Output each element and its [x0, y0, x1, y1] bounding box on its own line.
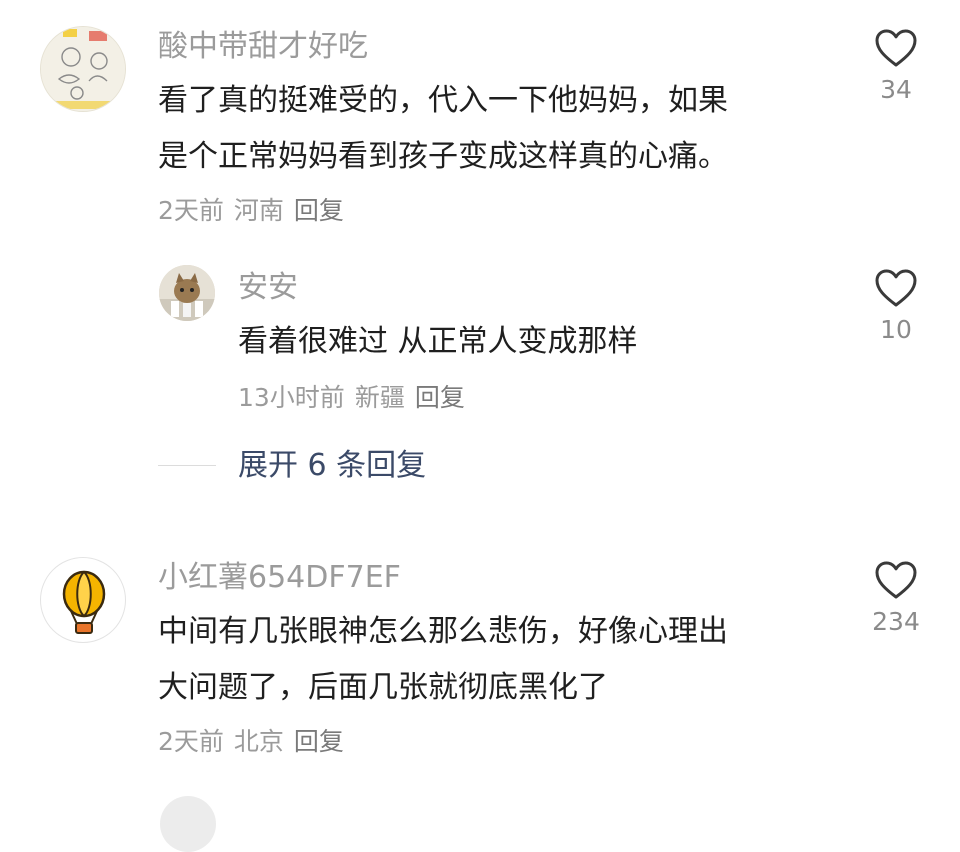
- cat-photo-avatar-icon: [159, 265, 215, 321]
- comment-text-line-1: 中间有几张眼神怎么那么悲伤，好像心理出: [158, 614, 728, 649]
- reply-meta: 13小时前 新疆 回复: [238, 382, 475, 414]
- heart-icon: [875, 561, 917, 599]
- heart-icon: [875, 29, 917, 67]
- avatar[interactable]: [40, 26, 126, 112]
- comment-text-line-1: 看了真的挺难受的，代入一下他妈妈，如果: [158, 83, 728, 118]
- reply-1: 安安 看着很难过 从正常人变成那样 13小时前 新疆 回复 10: [0, 240, 960, 420]
- like-count: 234: [872, 607, 920, 636]
- expand-divider: [158, 465, 216, 466]
- reply-text: 看着很难过 从正常人变成那样: [238, 324, 638, 359]
- username[interactable]: 安安: [238, 268, 298, 308]
- comment-location: 河南: [233, 196, 284, 225]
- comment-meta: 2天前 北京 回复: [158, 726, 354, 758]
- expand-replies-link[interactable]: 展开 6 条回复: [238, 446, 426, 486]
- sketch-avatar-icon: [41, 27, 125, 111]
- comment-meta: 2天前 河南 回复: [158, 195, 354, 227]
- username[interactable]: 小红薯654DF7EF: [158, 558, 401, 598]
- comment-2: 小红薯654DF7EF 中间有几张眼神怎么那么悲伤，好像心理出 大问题了，后面几…: [0, 540, 960, 780]
- like-button[interactable]: 234: [861, 560, 931, 638]
- like-count: 34: [880, 75, 912, 104]
- reply-time: 13小时前: [238, 383, 345, 412]
- reply-button[interactable]: 回复: [415, 383, 465, 412]
- like-count: 10: [880, 315, 912, 344]
- comment-1: 酸中带甜才好吃 看了真的挺难受的，代入一下他妈妈，如果 是个正常妈妈看到孩子变成…: [0, 0, 960, 240]
- reply-button[interactable]: 回复: [294, 196, 344, 225]
- comment-text-line-2: 是个正常妈妈看到孩子变成这样真的心痛。: [158, 139, 728, 174]
- comment-text-line-2: 大问题了，后面几张就彻底黑化了: [158, 670, 608, 705]
- avatar[interactable]: [40, 557, 126, 643]
- avatar-next-comment[interactable]: [160, 796, 216, 852]
- reply-button[interactable]: 回复: [294, 727, 344, 756]
- like-button[interactable]: 10: [861, 268, 931, 346]
- avatar[interactable]: [159, 265, 215, 321]
- comment-time: 2天前: [158, 727, 224, 756]
- like-button[interactable]: 34: [861, 28, 931, 106]
- reply-location: 新疆: [354, 383, 405, 412]
- comment-location: 北京: [233, 727, 284, 756]
- username[interactable]: 酸中带甜才好吃: [158, 27, 368, 67]
- comment-time: 2天前: [158, 196, 224, 225]
- heart-icon: [875, 269, 917, 307]
- hot-air-balloon-icon: [62, 570, 106, 634]
